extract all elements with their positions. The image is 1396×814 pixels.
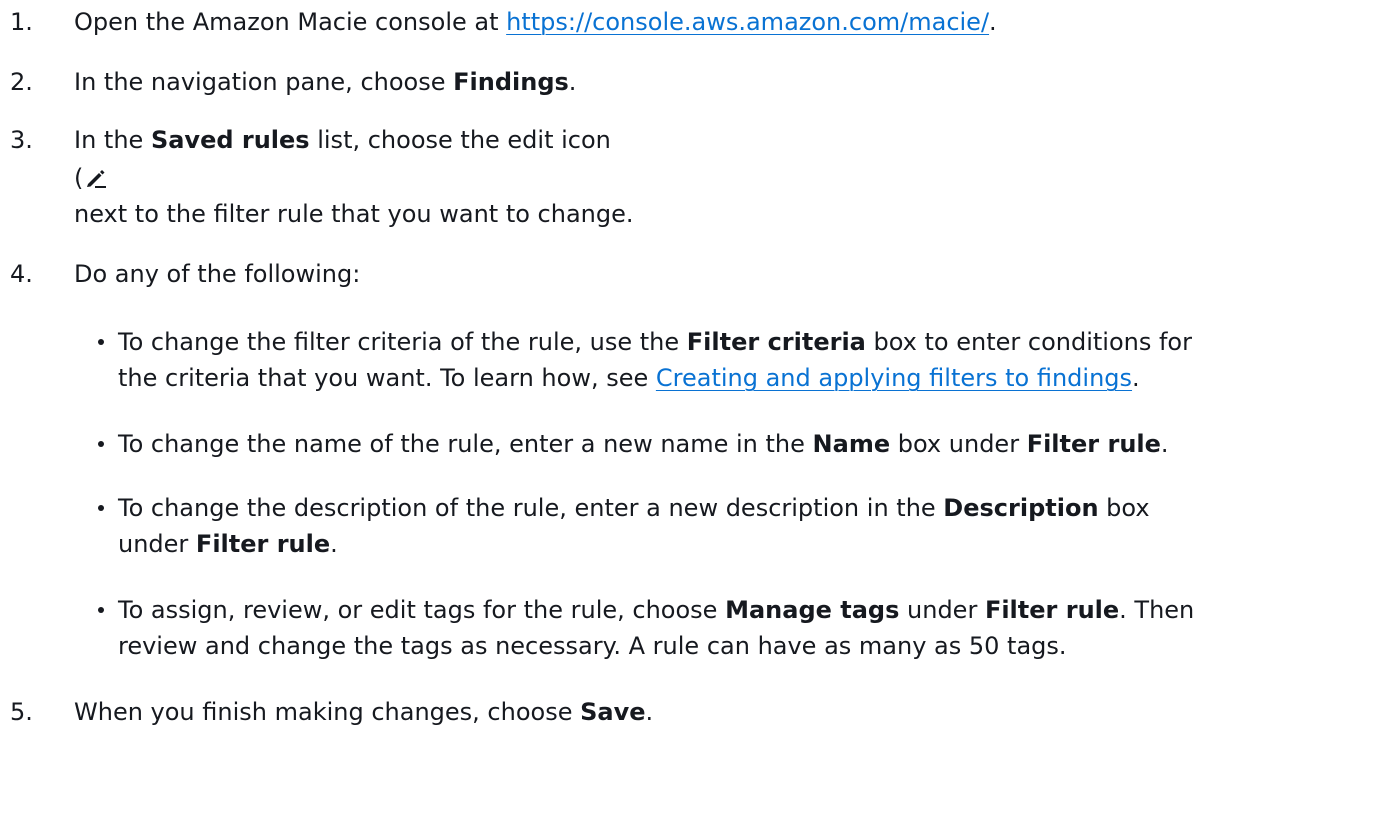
ui-term-filter-rule: Filter rule [195,530,331,558]
ui-term-filter-rule: Filter rule [1026,430,1161,458]
bullet-description: To change the description of the rule, e… [90,490,1386,562]
pencil-edit-icon [83,164,107,188]
bullet-text-part: . [330,530,338,558]
macie-console-link[interactable]: https://console.aws.amazon.com/macie/ [506,8,989,36]
bullet-text-part: box [1098,494,1150,522]
step-number: 4. [10,260,33,288]
bullet-text-part: under [118,530,196,558]
step-text: ( [74,160,1376,196]
step-text-part: . [568,68,577,96]
creating-filters-link[interactable]: Creating and applying filters to finding… [656,364,1132,392]
step-text-part: In the [74,126,151,154]
bullet-dot [98,441,104,447]
step-text: Do any of the following: [74,260,361,288]
bullet-text-part: review and change the tags as necessary.… [118,632,1067,660]
step-text: Open the Amazon Macie console at https:/… [74,4,1376,40]
step-text-part: In the navigation pane, choose [74,68,454,96]
ui-term-manage-tags: Manage tags [725,596,900,624]
step-text-part: . [645,698,654,726]
step-number: 3. [10,126,33,154]
step-text-part: When you finish making changes, choose [74,698,581,726]
bullet-text: To change the description of the rule, e… [118,490,1386,562]
ui-term-filter-criteria: Filter criteria [686,328,866,356]
step-text: In the navigation pane, choose Findings. [74,64,1376,100]
step-text: next to the filter rule that you want to… [74,200,634,228]
bullet-dot [98,607,104,613]
bullet-text-part: under [899,596,985,624]
step-number: 2. [10,68,33,96]
step-number: 5. [10,698,33,726]
ui-term-saved-rules: Saved rules [150,126,310,154]
step-text: In the Saved rules list, choose the edit… [74,122,1376,158]
bullet-text-part: To assign, review, or edit tags for the … [118,596,726,624]
bullet-text: To change the filter criteria of the rul… [118,324,1386,396]
bullet-text-part: To change the filter criteria of the rul… [118,328,687,356]
bullet-filter-criteria: To change the filter criteria of the rul… [90,324,1386,396]
bullet-text-part: To change the description of the rule, e… [118,494,944,522]
ui-term-findings: Findings [453,68,569,96]
bullet-text-part: To change the name of the rule, enter a … [118,430,813,458]
bullet-text-part: . Then [1119,596,1195,624]
bullet-text-part: box to enter conditions for [865,328,1192,356]
bullet-dot [98,339,104,345]
bullet-text-part: . [1160,430,1169,458]
bullet-text-part: box under [890,430,1027,458]
bullet-text-part: . [1132,364,1140,392]
step-text-part: list, choose the edit icon [309,126,611,154]
ui-term-save: Save [580,698,646,726]
bullet-dot [98,505,104,511]
step-text-part: . [989,8,997,36]
step-text-part: Open the Amazon Macie console at [74,8,507,36]
step-number: 1. [10,8,33,36]
step-text: When you finish making changes, choose S… [74,694,1376,730]
ui-term-filter-rule: Filter rule [984,596,1120,624]
ui-term-description: Description [943,494,1099,522]
ui-term-name: Name [812,430,891,458]
bullet-text-part: the criteria that you want. To learn how… [118,364,656,392]
bullet-manage-tags: To assign, review, or edit tags for the … [90,592,1386,664]
bullet-text: To assign, review, or edit tags for the … [118,592,1386,664]
bullet-text: To change the name of the rule, enter a … [118,426,1386,462]
open-paren: ( [74,164,84,192]
